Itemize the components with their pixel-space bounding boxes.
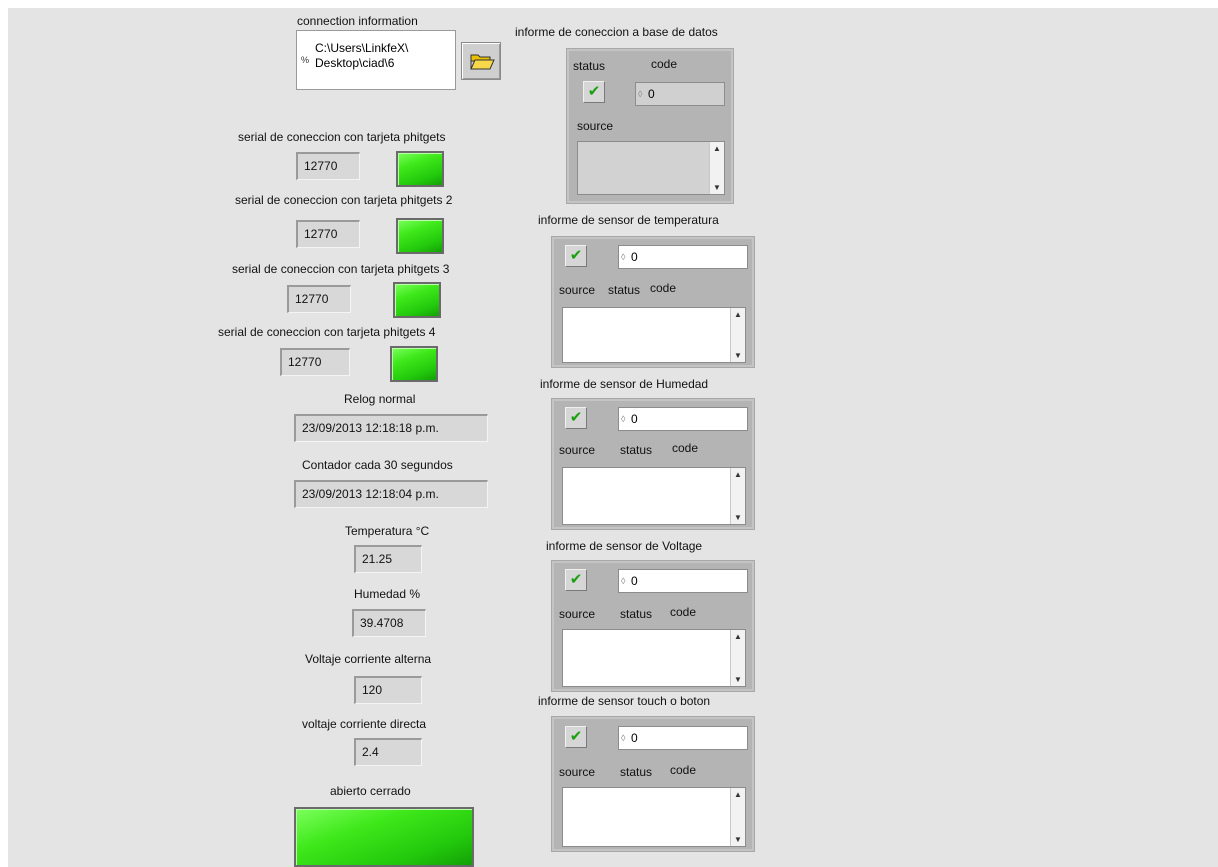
serial-led-3 bbox=[393, 282, 441, 318]
voltage-cluster-title: informe de sensor de Voltage bbox=[546, 539, 703, 553]
temp-status-check[interactable]: ✔ bbox=[565, 245, 587, 267]
humidity-source-field[interactable]: ▲ ▼ bbox=[562, 467, 746, 525]
increment-icon: ◊ bbox=[621, 252, 626, 262]
scroll-up-icon[interactable]: ▲ bbox=[731, 632, 745, 641]
serial-label-3: serial de coneccion con tarjeta phitgets… bbox=[232, 262, 450, 276]
db-code-label: code bbox=[651, 57, 678, 71]
temp-source-scrollbar[interactable]: ▲ ▼ bbox=[730, 308, 745, 362]
serial-led-1 bbox=[396, 151, 444, 187]
scroll-down-icon[interactable]: ▼ bbox=[710, 183, 724, 192]
scroll-up-icon[interactable]: ▲ bbox=[731, 790, 745, 799]
humidity-label: Humedad % bbox=[354, 587, 421, 601]
scroll-down-icon[interactable]: ▼ bbox=[731, 835, 745, 844]
scroll-down-icon[interactable]: ▼ bbox=[731, 351, 745, 360]
db-status-check[interactable]: ✔ bbox=[583, 81, 605, 103]
voltage-source-scrollbar[interactable]: ▲ ▼ bbox=[730, 630, 745, 686]
serial-led-4 bbox=[390, 346, 438, 382]
temp-source-field[interactable]: ▲ ▼ bbox=[562, 307, 746, 363]
touch-source-scrollbar[interactable]: ▲ ▼ bbox=[730, 788, 745, 846]
scroll-down-icon[interactable]: ▼ bbox=[731, 675, 745, 684]
voltage-status-label: status bbox=[620, 607, 653, 621]
increment-icon: ◊ bbox=[621, 576, 626, 586]
voltage-status-check[interactable]: ✔ bbox=[565, 569, 587, 591]
serial-value-2: 12770 bbox=[296, 220, 360, 248]
temp-code-field[interactable]: ◊ 0 bbox=[618, 245, 748, 269]
serial-label-2: serial de coneccion con tarjeta phitgets… bbox=[235, 193, 453, 207]
counter-value: 23/09/2013 12:18:04 p.m. bbox=[294, 480, 488, 508]
humidity-code-label: code bbox=[672, 441, 699, 455]
voltage-code-label: code bbox=[670, 605, 697, 619]
browse-button[interactable] bbox=[461, 42, 501, 80]
vdc-label: voltaje corriente directa bbox=[302, 717, 427, 731]
touch-source-field[interactable]: ▲ ▼ bbox=[562, 787, 746, 847]
voltage-code-value: 0 bbox=[631, 574, 638, 588]
serial-label-1: serial de coneccion con tarjeta phitgets bbox=[238, 130, 446, 144]
temp-code-label: code bbox=[650, 281, 677, 295]
touch-code-label: code bbox=[670, 763, 697, 777]
serial-value-1: 12770 bbox=[296, 152, 360, 180]
touch-code-value: 0 bbox=[631, 731, 638, 745]
door-led bbox=[294, 807, 474, 867]
serial-value-4: 12770 bbox=[280, 348, 350, 376]
db-source-label: source bbox=[577, 119, 614, 133]
humidity-cluster: ✔ ◊ 0 source status code ▲ ▼ bbox=[551, 398, 755, 530]
voltage-source-field[interactable]: ▲ ▼ bbox=[562, 629, 746, 687]
humidity-value: 39.4708 bbox=[352, 609, 426, 637]
path-control[interactable]: % C:\Users\LinkfeX\ Desktop\ciad\6 bbox=[296, 30, 456, 90]
voltage-cluster: ✔ ◊ 0 source status code ▲ ▼ bbox=[551, 560, 755, 692]
touch-cluster-title: informe de sensor touch o boton bbox=[538, 694, 711, 708]
vac-label: Voltaje corriente alterna bbox=[305, 652, 432, 666]
temp-code-value: 0 bbox=[631, 250, 638, 264]
increment-icon: ◊ bbox=[621, 733, 626, 743]
humidity-code-value: 0 bbox=[631, 412, 638, 426]
serial-value-3: 12770 bbox=[287, 285, 351, 313]
path-line-1: C:\Users\LinkfeX\ bbox=[315, 41, 409, 55]
touch-status-label: status bbox=[620, 765, 653, 779]
clock-label: Relog normal bbox=[344, 392, 416, 406]
folder-icon bbox=[470, 54, 495, 70]
touch-cluster: ✔ ◊ 0 source status code ▲ ▼ bbox=[551, 716, 755, 852]
touch-source-label: source bbox=[559, 765, 596, 779]
temp-cluster-title: informe de sensor de temperatura bbox=[538, 213, 719, 227]
connection-info-label: connection information bbox=[297, 14, 418, 28]
temp-source-label: source bbox=[559, 283, 596, 297]
temperature-value: 21.25 bbox=[354, 545, 422, 573]
db-cluster-title: informe de coneccion a base de datos bbox=[515, 25, 718, 39]
scroll-up-icon[interactable]: ▲ bbox=[731, 470, 745, 479]
path-marker: % bbox=[301, 55, 310, 65]
scroll-up-icon[interactable]: ▲ bbox=[731, 310, 745, 319]
temperature-label: Temperatura °C bbox=[345, 524, 430, 538]
vdc-value: 2.4 bbox=[354, 738, 422, 766]
counter-label: Contador cada 30 segundos bbox=[302, 458, 453, 472]
vac-value: 120 bbox=[354, 676, 422, 704]
humidity-cluster-title: informe de sensor de Humedad bbox=[540, 377, 709, 391]
clock-value: 23/09/2013 12:18:18 p.m. bbox=[294, 414, 488, 442]
increment-icon: ◊ bbox=[621, 414, 626, 424]
db-code-value: 0 bbox=[648, 87, 655, 101]
touch-status-check[interactable]: ✔ bbox=[565, 726, 587, 748]
voltage-source-label: source bbox=[559, 607, 596, 621]
touch-code-field[interactable]: ◊ 0 bbox=[618, 726, 748, 750]
humidity-source-scrollbar[interactable]: ▲ ▼ bbox=[730, 468, 745, 524]
scroll-down-icon[interactable]: ▼ bbox=[731, 513, 745, 522]
voltage-code-field[interactable]: ◊ 0 bbox=[618, 569, 748, 593]
db-cluster: status code ✔ ◊ 0 source ▲ ▼ bbox=[566, 48, 734, 204]
humidity-status-label: status bbox=[620, 443, 653, 457]
db-source-scrollbar[interactable]: ▲ ▼ bbox=[709, 142, 724, 194]
humidity-code-field[interactable]: ◊ 0 bbox=[618, 407, 748, 431]
db-source-field[interactable]: ▲ ▼ bbox=[577, 141, 725, 195]
path-line-2: Desktop\ciad\6 bbox=[315, 56, 395, 70]
db-code-field[interactable]: ◊ 0 bbox=[635, 82, 725, 106]
serial-led-2 bbox=[396, 218, 444, 254]
temp-cluster: ✔ ◊ 0 source status code ▲ ▼ bbox=[551, 236, 755, 368]
increment-icon: ◊ bbox=[638, 89, 643, 99]
db-status-label: status bbox=[573, 59, 606, 73]
door-label: abierto cerrado bbox=[330, 784, 411, 798]
humidity-source-label: source bbox=[559, 443, 596, 457]
temp-status-label: status bbox=[608, 283, 641, 297]
serial-label-4: serial de coneccion con tarjeta phitgets… bbox=[218, 325, 436, 339]
scroll-up-icon[interactable]: ▲ bbox=[710, 144, 724, 153]
humidity-status-check[interactable]: ✔ bbox=[565, 407, 587, 429]
